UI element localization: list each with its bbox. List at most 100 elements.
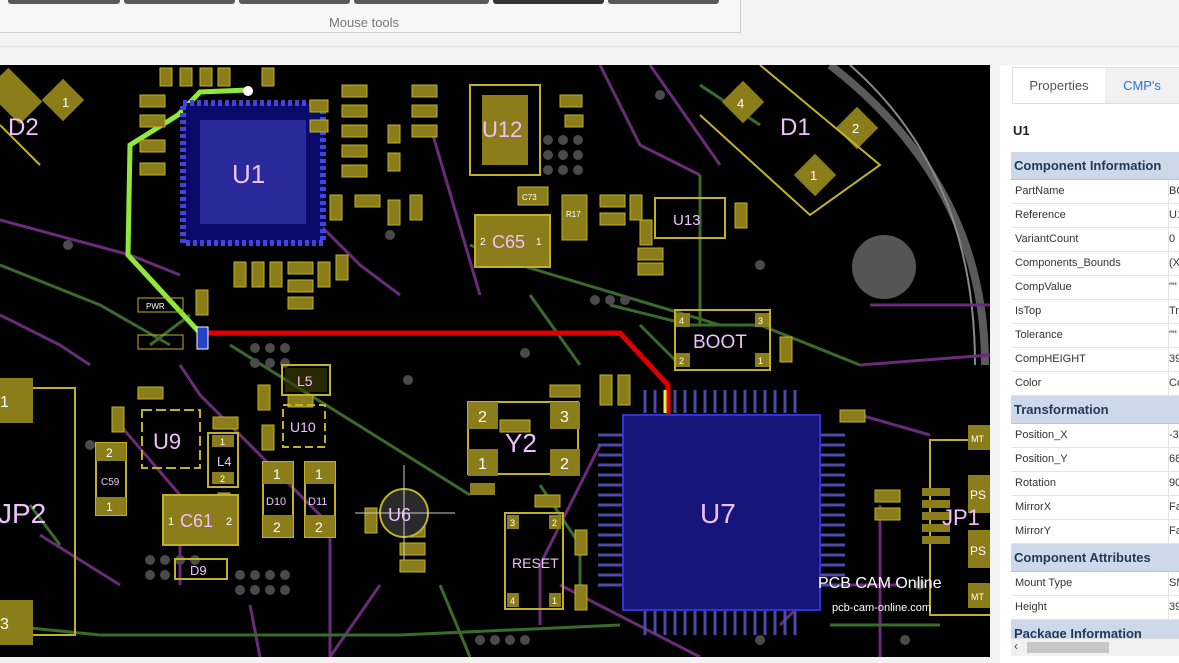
property-row[interactable]: MirrorXFa: [1011, 496, 1179, 520]
svg-text:D1: D1: [780, 114, 811, 141]
property-row[interactable]: Components_Bounds(X=: [1011, 252, 1179, 276]
tool-button[interactable]: [8, 0, 120, 4]
property-row[interactable]: ColorCo: [1011, 372, 1179, 396]
component-C65: C65 2 1: [474, 214, 551, 268]
svg-text:C61: C61: [180, 511, 213, 531]
property-grid: Component Information PartNameBC Referen…: [1011, 152, 1179, 648]
mounting-hole: [852, 235, 916, 299]
property-row[interactable]: CompValue "": [1011, 276, 1179, 300]
svg-text:1: 1: [62, 95, 69, 110]
board-outline: [827, 65, 989, 366]
tab-cmps[interactable]: CMP's: [1105, 67, 1179, 104]
property-row[interactable]: MirrorYFa: [1011, 520, 1179, 544]
svg-text:4: 4: [679, 316, 684, 326]
svg-text:1: 1: [536, 237, 542, 248]
svg-text:2: 2: [552, 518, 557, 528]
svg-text:D11: D11: [308, 496, 327, 508]
svg-text:2: 2: [226, 516, 232, 528]
property-row[interactable]: Mount TypeSM: [1011, 572, 1179, 596]
property-row[interactable]: Tolerance "": [1011, 324, 1179, 348]
property-row[interactable]: VariantCount 0: [1011, 228, 1179, 252]
svg-text:2: 2: [273, 519, 281, 535]
component-D11: 1 D11 2: [304, 461, 336, 538]
component-U1: U1: [180, 100, 326, 246]
svg-text:2: 2: [679, 356, 684, 366]
properties-panel: Properties CMP's U1 Component Informatio…: [1000, 65, 1179, 663]
svg-text:1: 1: [220, 437, 225, 447]
chevron-left-icon[interactable]: ‹: [1014, 639, 1018, 653]
svg-text:C73: C73: [522, 193, 537, 202]
component-U7: U7: [598, 390, 845, 635]
svg-text:D10: D10: [266, 496, 286, 508]
property-row[interactable]: ReferenceU1: [1011, 204, 1179, 228]
section-transformation[interactable]: Transformation: [1011, 396, 1179, 424]
svg-text:C65: C65: [492, 232, 525, 252]
svg-text:RESET: RESET: [512, 555, 559, 571]
svg-text:1: 1: [106, 500, 113, 514]
svg-text:Y2: Y2: [505, 428, 537, 458]
property-row[interactable]: IsTop Tr: [1011, 300, 1179, 324]
divider: [1012, 103, 1179, 104]
tool-button-active[interactable]: [493, 0, 604, 4]
selected-component-title: U1: [1013, 123, 1030, 138]
horizontal-scrollbar[interactable]: ‹: [1011, 638, 1179, 656]
svg-text:1: 1: [810, 168, 817, 183]
svg-text:U1: U1: [232, 159, 265, 189]
component-U13: U13: [654, 197, 726, 239]
property-row[interactable]: Rotation90: [1011, 472, 1179, 496]
property-row[interactable]: PartNameBC: [1011, 180, 1179, 204]
divider: [0, 46, 1179, 47]
svg-text:U9: U9: [153, 429, 181, 454]
mouse-tools-toolbar: Mouse tools: [0, 0, 741, 33]
svg-text:1: 1: [552, 596, 557, 606]
svg-text:1: 1: [273, 466, 281, 482]
svg-text:2: 2: [106, 446, 113, 460]
property-row[interactable]: Position_Y68: [1011, 448, 1179, 472]
property-row[interactable]: Position_X -3: [1011, 424, 1179, 448]
scrollbar-thumb[interactable]: [1027, 642, 1109, 653]
section-component-attributes[interactable]: Component Attributes: [1011, 544, 1179, 572]
watermark-url: pcb-cam-online.com: [832, 602, 932, 614]
component-C73: C73: [517, 186, 549, 206]
svg-text:R17: R17: [566, 210, 581, 219]
svg-text:3: 3: [510, 518, 515, 528]
svg-text:1: 1: [758, 356, 763, 366]
property-row[interactable]: Height39: [1011, 596, 1179, 620]
svg-text:PS: PS: [970, 544, 986, 558]
tab-properties[interactable]: Properties: [1012, 67, 1106, 104]
component-D10: 1 D10 2: [262, 461, 294, 538]
svg-text:PWR: PWR: [146, 302, 165, 311]
svg-text:L4: L4: [217, 454, 231, 469]
svg-text:2: 2: [315, 519, 323, 535]
tool-button[interactable]: [239, 0, 350, 4]
component-JP2: 1 3 JP2: [0, 378, 76, 645]
svg-text:U6: U6: [388, 505, 411, 525]
tool-button[interactable]: [354, 0, 489, 4]
component-U10: U10: [282, 404, 326, 448]
component-L5: L5: [281, 364, 331, 396]
svg-text:4: 4: [737, 96, 744, 111]
section-component-information[interactable]: Component Information: [1011, 152, 1179, 180]
via: [243, 86, 253, 96]
svg-text:JP1: JP1: [942, 505, 980, 530]
property-row[interactable]: CompHEIGHT39: [1011, 348, 1179, 372]
svg-text:PS: PS: [970, 488, 986, 502]
component-label: D2: [8, 114, 39, 141]
component-Y2: 2 3 1 2 Y2: [467, 401, 580, 495]
component-BOOT: BOOT 4 3 2 1: [674, 309, 771, 371]
pcb-viewer-canvas[interactable]: D2 1 D1 4 2 1 U1 U12 C65 2 1 R17 C73 U13: [0, 65, 990, 657]
svg-text:JP2: JP2: [0, 498, 46, 529]
watermark-title: PCB CAM Online: [818, 575, 942, 592]
svg-text:1: 1: [315, 466, 323, 482]
svg-text:1: 1: [478, 456, 487, 473]
svg-text:2: 2: [478, 409, 487, 426]
svg-text:3: 3: [0, 616, 9, 633]
component-D2: D2 1: [0, 67, 85, 166]
toolbar-label: Mouse tools: [328, 15, 400, 30]
component-RESET: 3 2 4 1 RESET: [504, 512, 564, 610]
svg-text:4: 4: [510, 596, 515, 606]
svg-text:2: 2: [560, 456, 569, 473]
tool-button[interactable]: [124, 0, 235, 4]
svg-text:1: 1: [0, 394, 9, 411]
tool-button[interactable]: [608, 0, 719, 4]
